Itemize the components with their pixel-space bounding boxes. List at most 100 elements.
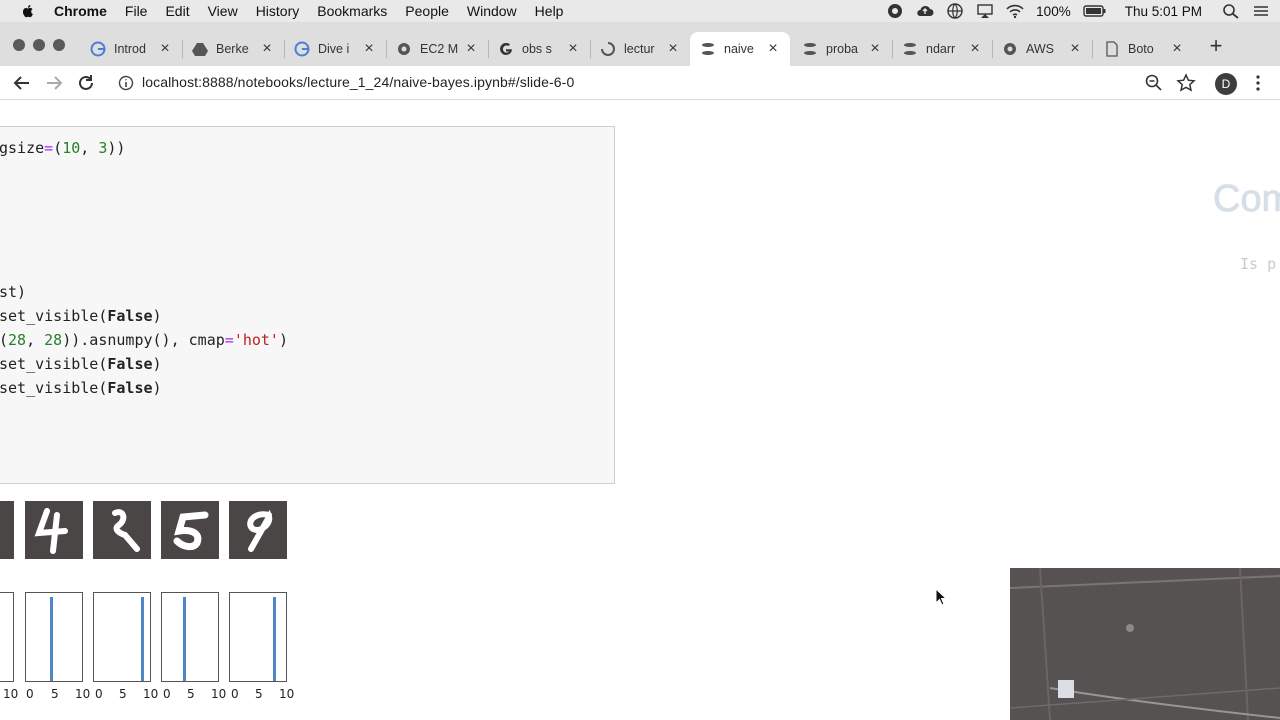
slide-heading: Com xyxy=(1213,178,1280,220)
menu-clock[interactable]: Thu 5:01 PM xyxy=(1125,4,1202,19)
x-tick-label: 5 xyxy=(187,687,195,701)
tab-ndarr[interactable]: ndarr × xyxy=(892,32,992,66)
menu-app-name[interactable]: Chrome xyxy=(54,3,107,19)
tab-label: ndarr xyxy=(926,42,956,56)
tab-lectur[interactable]: lectur × xyxy=(590,32,690,66)
window-fullscreen-button[interactable] xyxy=(53,39,65,51)
tab-close-icon[interactable]: × xyxy=(464,41,478,57)
x-tick-label: 10 xyxy=(3,687,19,701)
window-close-button[interactable] xyxy=(13,39,25,51)
x-tick-label: 10 xyxy=(279,687,295,701)
webcam-feed-image xyxy=(1010,568,1280,720)
code-line-2: st) xyxy=(0,283,27,301)
tab-close-icon[interactable]: × xyxy=(566,41,580,57)
tab-label: lectur xyxy=(624,42,655,56)
mouse-cursor-icon xyxy=(935,588,947,606)
tab-close-icon[interactable]: × xyxy=(362,41,376,57)
menu-people[interactable]: People xyxy=(405,3,449,19)
x-tick-label: 0 xyxy=(163,687,171,701)
tab-proba[interactable]: proba × xyxy=(792,32,892,66)
aws-icon xyxy=(1004,43,1016,55)
menu-edit[interactable]: Edit xyxy=(165,3,189,19)
forward-arrow-icon[interactable] xyxy=(44,73,64,93)
tab-boto[interactable]: Boto × xyxy=(1094,32,1194,66)
wifi-icon[interactable] xyxy=(1006,3,1024,19)
battery-icon[interactable] xyxy=(1083,3,1107,19)
airplay-icon[interactable] xyxy=(976,3,994,19)
tab-close-icon[interactable]: × xyxy=(260,41,274,57)
slide-subtext: Is p xyxy=(1240,255,1277,273)
tab-close-icon[interactable]: × xyxy=(666,41,680,57)
menu-bookmarks[interactable]: Bookmarks xyxy=(317,3,387,19)
digit-image xyxy=(93,501,151,559)
x-tick-label: 10 xyxy=(143,687,159,701)
tab-close-icon[interactable]: × xyxy=(158,41,172,57)
notification-center-icon[interactable] xyxy=(1252,3,1270,19)
document-icon xyxy=(1106,41,1118,57)
x-tick-label: 0 xyxy=(95,687,103,701)
macos-menu-bar: Chrome File Edit View History Bookmarks … xyxy=(0,0,1280,22)
tab-close-icon[interactable]: × xyxy=(968,41,982,57)
tab-introd[interactable]: Introd × xyxy=(80,32,182,66)
histogram-bar xyxy=(50,597,53,681)
menu-window[interactable]: Window xyxy=(467,3,517,19)
kebab-menu-icon[interactable] xyxy=(1250,73,1266,93)
drive-icon xyxy=(192,43,208,56)
jupyter-icon xyxy=(804,43,816,55)
info-icon[interactable] xyxy=(118,75,134,91)
google-g-icon xyxy=(500,42,512,55)
tab-label: Introd xyxy=(114,42,146,56)
window-minimize-button[interactable] xyxy=(33,39,45,51)
tab-label: proba xyxy=(826,42,858,56)
tab-dive[interactable]: Dive i × xyxy=(284,32,386,66)
digit-image xyxy=(25,501,83,559)
zoom-icon[interactable] xyxy=(1144,73,1164,93)
reload-icon[interactable] xyxy=(76,73,96,93)
histogram-plot xyxy=(93,592,151,682)
battery-percent: 100% xyxy=(1036,3,1071,19)
x-tick-label: 10 xyxy=(211,687,227,701)
tab-close-icon[interactable]: × xyxy=(868,41,882,57)
obs-tray-icon[interactable] xyxy=(886,3,904,19)
tab-label: EC2 M xyxy=(420,42,458,56)
x-tick-label: 5 xyxy=(51,687,59,701)
tab-berke[interactable]: Berke × xyxy=(182,32,284,66)
menu-view[interactable]: View xyxy=(208,3,238,19)
menu-help[interactable]: Help xyxy=(535,3,564,19)
code-line-1: gsize=(10, 3)) xyxy=(0,139,126,157)
histogram-plot xyxy=(229,592,287,682)
histogram-plot xyxy=(25,592,83,682)
tab-strip: Introd × Berke × Dive i × EC2 M × obs s … xyxy=(0,22,1280,66)
tab-label: obs s xyxy=(522,42,552,56)
address-bar[interactable]: localhost:8888/notebooks/lecture_1_24/na… xyxy=(142,74,574,90)
spotlight-search-icon[interactable] xyxy=(1222,3,1240,19)
x-tick-label: 5 xyxy=(119,687,127,701)
tab-label: Boto xyxy=(1128,42,1154,56)
code-cell[interactable]: gsize=(10, 3)) st) set_visible(False) (2… xyxy=(0,126,615,484)
menu-history[interactable]: History xyxy=(256,3,300,19)
code-line-5: set_visible(False) xyxy=(0,355,162,373)
apple-icon[interactable] xyxy=(20,3,36,19)
cloud-upload-icon[interactable] xyxy=(916,3,934,19)
new-tab-button[interactable]: + xyxy=(1206,35,1226,57)
tab-aws[interactable]: AWS × xyxy=(992,32,1092,66)
tab-close-icon[interactable]: × xyxy=(1068,41,1082,57)
profile-avatar[interactable]: D xyxy=(1215,73,1237,95)
globe-icon[interactable] xyxy=(946,3,964,19)
back-arrow-icon[interactable] xyxy=(12,73,32,93)
google-icon xyxy=(294,41,310,57)
tab-label: Berke xyxy=(216,42,249,56)
tab-close-icon[interactable]: × xyxy=(766,41,780,57)
tab-ec2[interactable]: EC2 M × xyxy=(386,32,488,66)
bookmark-star-icon[interactable] xyxy=(1176,73,1196,93)
x-tick-label: 10 xyxy=(75,687,91,701)
aws-icon xyxy=(398,43,410,55)
browser-toolbar: localhost:8888/notebooks/lecture_1_24/na… xyxy=(0,66,1280,100)
x-tick-label: 0 xyxy=(26,687,34,701)
tab-obs[interactable]: obs s × xyxy=(488,32,590,66)
tab-naive-active[interactable]: naive × xyxy=(690,32,790,66)
webcam-overlay xyxy=(1010,568,1280,720)
tab-close-icon[interactable]: × xyxy=(1170,41,1184,57)
menu-file[interactable]: File xyxy=(125,3,148,19)
tab-label: naive xyxy=(724,42,754,56)
